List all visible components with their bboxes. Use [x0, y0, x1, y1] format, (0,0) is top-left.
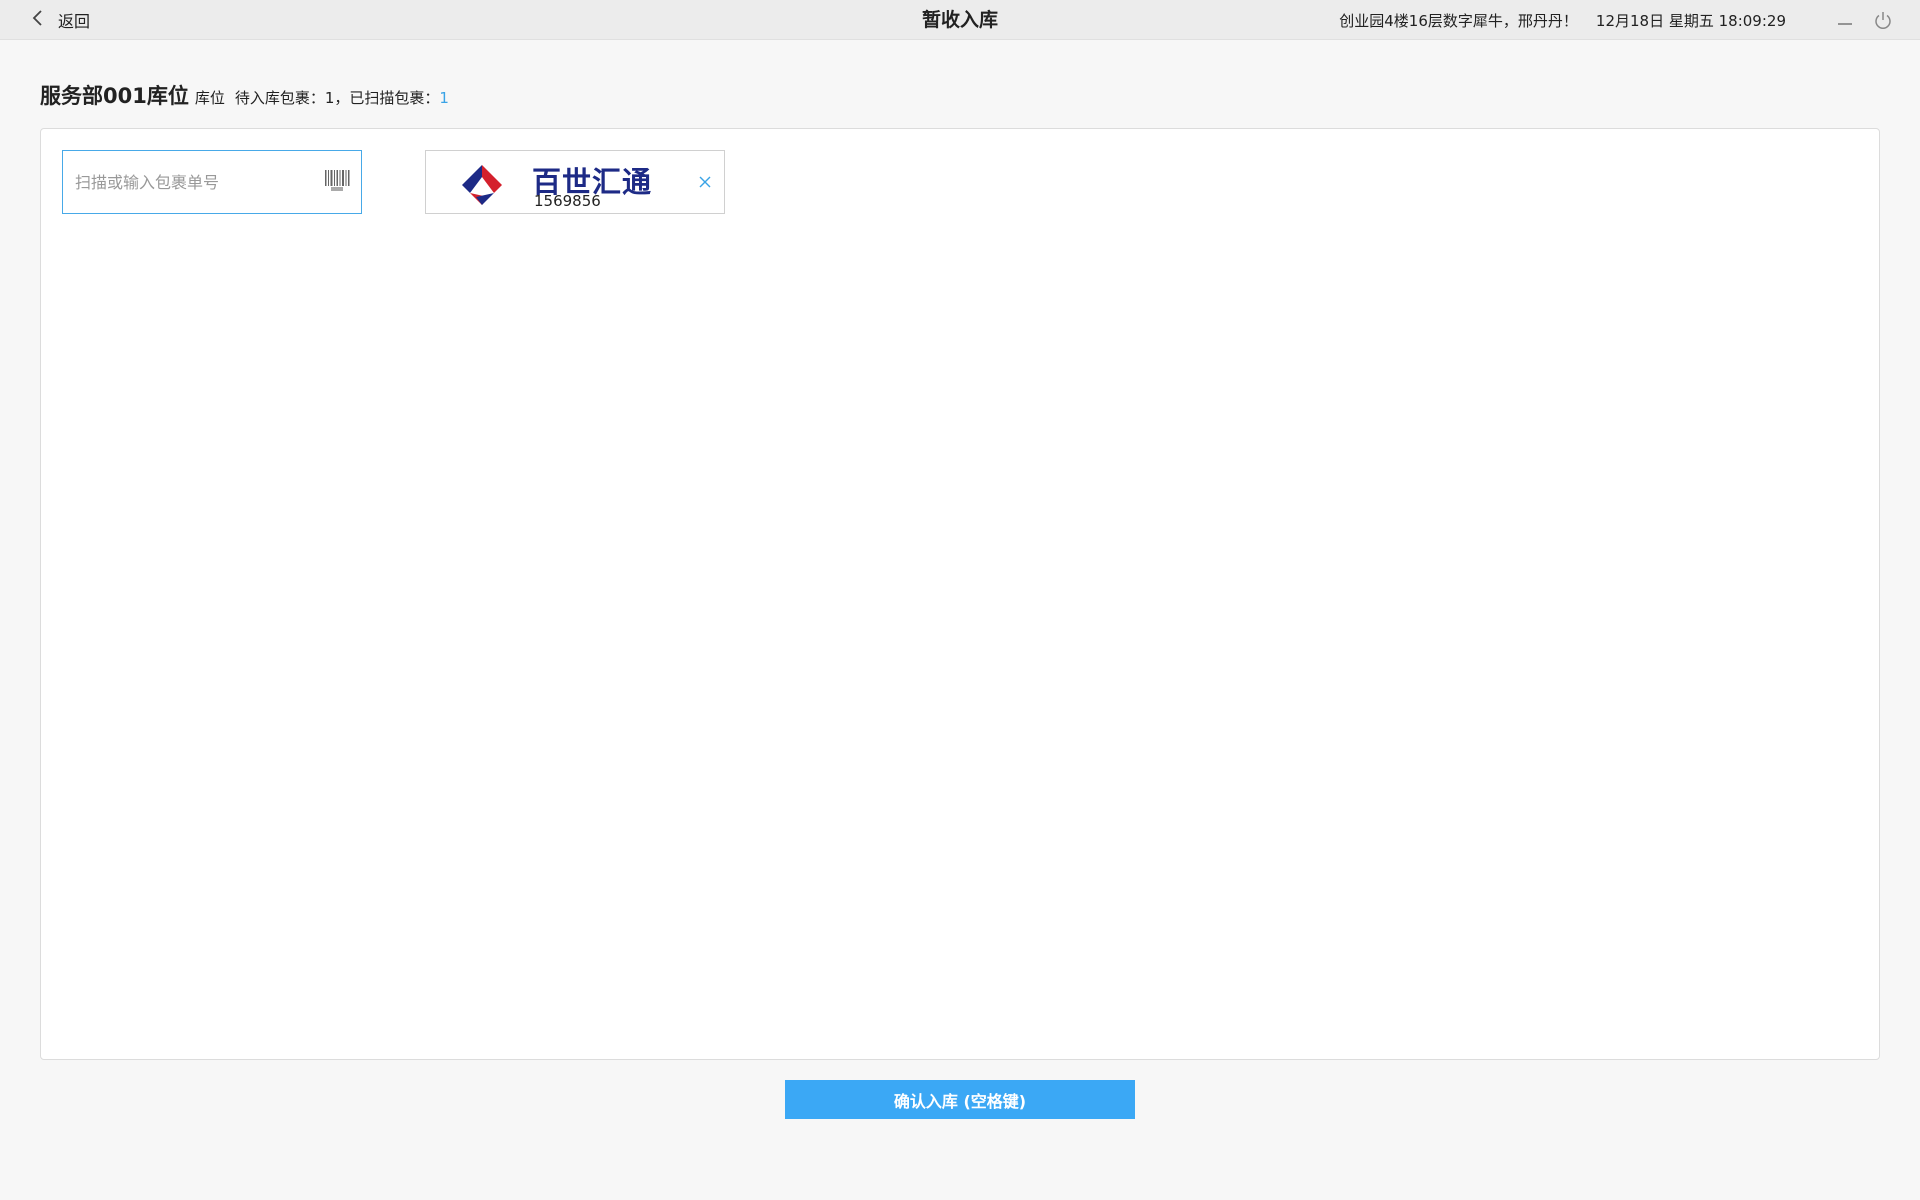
back-button[interactable]: 返回: [28, 0, 90, 40]
scan-input[interactable]: [63, 151, 323, 213]
user-greeting: 创业园4楼16层数字犀牛，邢丹丹！: [1339, 11, 1578, 30]
pending-text: 待入库包裹：1，已扫描包裹：: [234, 89, 440, 107]
scan-panel: 百世汇通 1569856: [40, 128, 1880, 1060]
package-number: 1569856: [534, 192, 601, 210]
package-stats: 待入库包裹：1，已扫描包裹：1: [235, 87, 449, 108]
topbar-right: 创业园4楼16层数字犀牛，邢丹丹！ 12月18日 星期五 18:09:29: [1339, 0, 1896, 40]
close-icon[interactable]: [696, 173, 714, 191]
confirm-button[interactable]: 确认入库 (空格键): [785, 1080, 1135, 1119]
barcode-icon[interactable]: [323, 167, 361, 197]
location-suffix: 库位: [194, 89, 225, 107]
scan-input-box[interactable]: [62, 150, 362, 214]
power-icon[interactable]: [1870, 7, 1896, 33]
location-name: 服务部001库位: [40, 84, 189, 108]
minimize-icon[interactable]: [1832, 7, 1858, 33]
package-card: 百世汇通 1569856: [425, 150, 725, 214]
chevron-left-icon: [28, 8, 48, 32]
scanned-count[interactable]: 1: [439, 89, 449, 107]
location-header: 服务部001库位 库位 待入库包裹：1，已扫描包裹：1: [40, 80, 449, 110]
back-label: 返回: [58, 12, 91, 31]
datetime: 12月18日 星期五 18:09:29: [1595, 11, 1786, 30]
top-bar: 返回 暂收入库 创业园4楼16层数字犀牛，邢丹丹！ 12月18日 星期五 18:…: [0, 0, 1920, 40]
